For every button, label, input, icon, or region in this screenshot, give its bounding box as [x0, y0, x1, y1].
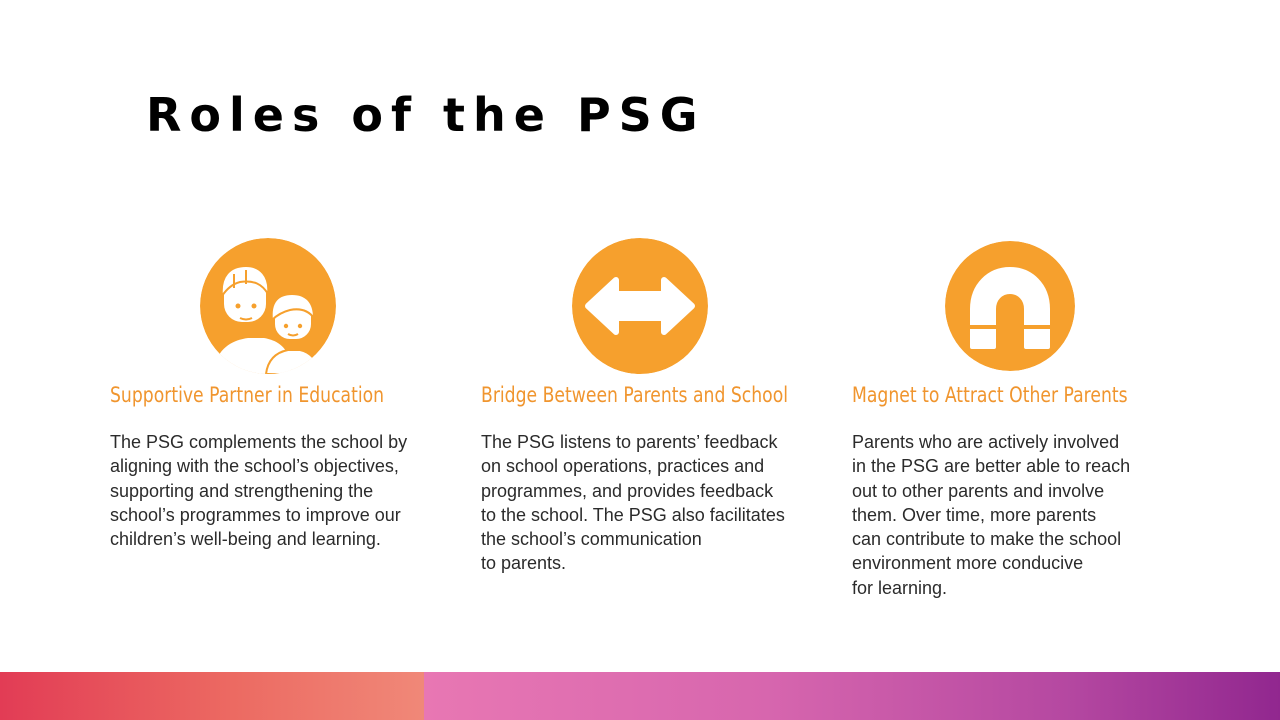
description-line: for learning. — [852, 577, 948, 598]
role-heading: Magnet to Attract Other Parents — [852, 383, 1128, 407]
description-line: The PSG complements the school by — [110, 432, 408, 452]
role-heading: Bridge Between Parents and School — [481, 383, 789, 407]
role-description: Parents who are actively involved in the… — [852, 430, 1212, 600]
description-line: to the school. The PSG also facilitates — [481, 504, 785, 525]
description-line: can contribute to make the school — [852, 529, 1122, 550]
description-line: to parents. — [481, 553, 567, 574]
description-line: environment more conducive — [852, 553, 1084, 574]
description-line: them. Over time, more parents — [852, 504, 1097, 525]
role-bridge: Bridge Between Parents and School The PS… — [481, 238, 841, 573]
slide-title: Roles of the PSG — [146, 88, 706, 142]
description-line: programmes, and provides feedback — [481, 480, 774, 501]
description-line: The PSG listens to parents’ feedback — [481, 432, 778, 452]
parent-and-child-icon — [200, 238, 336, 374]
role-heading: Supportive Partner in Education — [110, 383, 385, 407]
double-arrow-icon — [572, 238, 708, 374]
footer-band-left — [0, 672, 424, 720]
footer-color-band — [0, 672, 1280, 720]
role-description: The PSG listens to parents’ feedback on … — [481, 430, 841, 576]
description-line: children’s well-being and learning. — [110, 529, 381, 550]
description-line: school’s programmes to improve our — [110, 504, 401, 525]
role-description: The PSG complements the school by aligni… — [110, 430, 470, 551]
description-line: out to other parents and involve — [852, 480, 1105, 501]
footer-band-right — [424, 672, 1280, 720]
description-line: aligning with the school’s objectives, — [110, 456, 399, 477]
role-magnet: Magnet to Attract Other Parents Parents … — [852, 238, 1212, 598]
description-line: supporting and strengthening the — [110, 480, 374, 501]
description-line: in the PSG are better able to reach — [852, 456, 1131, 477]
description-line: the school’s communication — [481, 529, 702, 550]
description-line: on school operations, practices and — [481, 456, 765, 477]
description-line: Parents who are actively involved — [852, 432, 1120, 452]
role-supportive-partner: Supportive Partner in Education The PSG … — [110, 238, 470, 549]
magnet-icon — [945, 241, 1075, 371]
